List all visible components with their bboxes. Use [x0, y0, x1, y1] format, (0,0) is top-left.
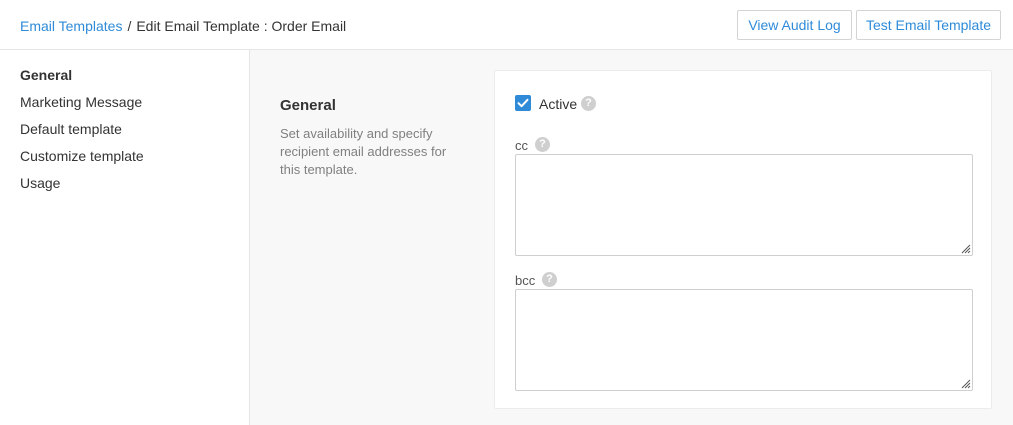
sidebar-item-general[interactable]: General: [20, 66, 72, 84]
sidebar-item-customize-template[interactable]: Customize template: [20, 147, 144, 165]
help-icon[interactable]: ?: [535, 137, 550, 152]
section-description: Set availability and specify recipient e…: [280, 126, 447, 177]
view-audit-log-button[interactable]: View Audit Log: [737, 10, 852, 40]
active-label: Active: [539, 96, 578, 112]
cc-textarea[interactable]: [515, 154, 973, 256]
sidebar-item-marketing-message[interactable]: Marketing Message: [20, 93, 142, 111]
active-checkbox[interactable]: [515, 95, 531, 111]
help-icon[interactable]: ?: [542, 272, 557, 287]
checkmark-icon: [517, 98, 529, 108]
breadcrumb-separator: /: [127, 18, 132, 34]
main-content: General Set availability and specify rec…: [250, 50, 1013, 425]
sidebar-item-default-template[interactable]: Default template: [20, 120, 122, 138]
cc-label: cc: [515, 138, 528, 153]
general-settings-card: Active ? cc ? bcc ?: [494, 70, 992, 409]
breadcrumb: Email Templates / Edit Email Template : Or…: [20, 17, 346, 35]
sidebar-item-usage[interactable]: Usage: [20, 174, 60, 192]
resize-handle-icon[interactable]: [959, 377, 971, 389]
bcc-label: bcc: [515, 273, 536, 288]
breadcrumb-email-templates-link[interactable]: Email Templates: [20, 18, 122, 34]
section-title: General: [280, 97, 336, 114]
test-email-template-button[interactable]: Test Email Template: [856, 10, 1001, 40]
help-icon[interactable]: ?: [581, 96, 596, 111]
bcc-textarea[interactable]: [515, 289, 973, 391]
breadcrumb-current-page: Edit Email Template : Order Email: [136, 18, 347, 34]
sidebar: General Marketing Message Default templa…: [0, 50, 250, 425]
resize-handle-icon[interactable]: [959, 242, 971, 254]
top-bar: Email Templates / Edit Email Template : Or…: [0, 0, 1013, 50]
